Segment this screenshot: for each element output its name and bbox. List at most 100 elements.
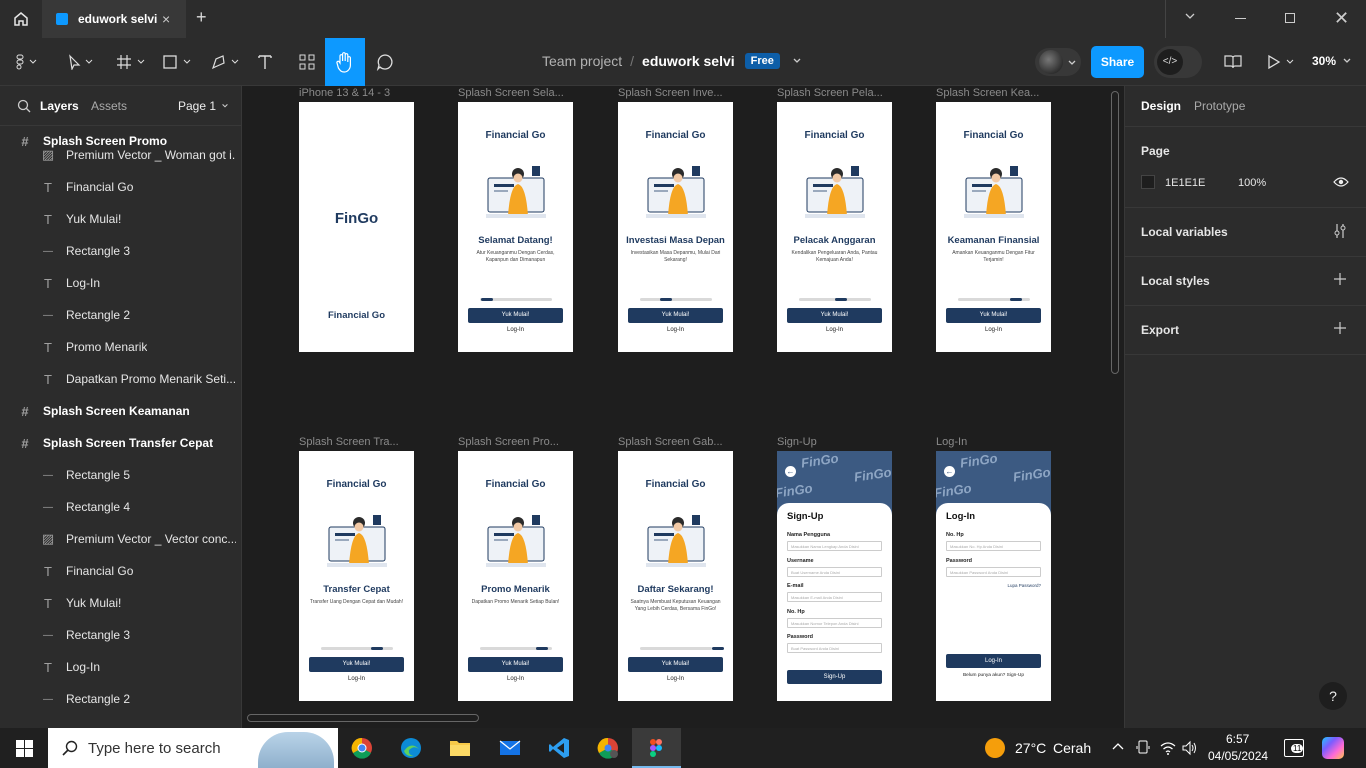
- start-button[interactable]: Yuk Mulai!: [468, 657, 563, 672]
- splash-frame[interactable]: Financial Go Daftar Sekarang! Saatnya Memb…: [618, 451, 733, 701]
- mail-icon[interactable]: [496, 736, 524, 760]
- splash-frame[interactable]: Financial Go Selamat Datang! Atur Keuangan…: [458, 102, 573, 352]
- page-select[interactable]: Page 1: [178, 99, 229, 113]
- notification-icon[interactable]: 11: [1284, 739, 1304, 757]
- volume-icon[interactable]: [1182, 740, 1198, 756]
- login-link[interactable]: Log-In: [299, 676, 414, 682]
- back-arrow-icon[interactable]: ←: [944, 466, 955, 477]
- windows-start-icon[interactable]: [16, 740, 33, 757]
- layer-row[interactable]: — Rectangle 2: [0, 683, 241, 715]
- frame-label[interactable]: Log-In: [936, 436, 1052, 448]
- layer-row[interactable]: T Yuk Mulai!: [0, 203, 241, 235]
- layer-row[interactable]: T Dapatkan Promo Menarik Seti...: [0, 363, 241, 395]
- layer-row[interactable]: T Financial Go: [0, 171, 241, 203]
- share-button[interactable]: Share: [1091, 46, 1144, 78]
- form-input[interactable]: Masukkan Nama Lengkap Anda Disini: [787, 541, 882, 551]
- move-tool-icon[interactable]: [60, 50, 98, 74]
- splash-frame[interactable]: Financial Go Pelacak Anggaran Kendalikan P…: [777, 102, 892, 352]
- comment-tool-icon[interactable]: [372, 50, 398, 74]
- tab-prototype[interactable]: Prototype: [1194, 99, 1245, 113]
- tab-assets[interactable]: Assets: [91, 99, 127, 113]
- splash-frame[interactable]: Financial Go Transfer Cepat Transfer Uang …: [299, 451, 414, 701]
- layer-row[interactable]: T Promo Menarik: [0, 331, 241, 363]
- copilot-icon[interactable]: [1322, 737, 1344, 759]
- maximize-icon[interactable]: [1285, 13, 1295, 23]
- frame-label[interactable]: Splash Screen Inve...: [618, 87, 734, 99]
- export-title[interactable]: Export: [1141, 323, 1179, 337]
- form-input[interactable]: Buat Username Anda Disini: [787, 566, 882, 577]
- weather-desc[interactable]: Cerah: [1053, 740, 1091, 756]
- edge-icon[interactable]: [397, 736, 425, 760]
- close-window-icon[interactable]: ✕: [1334, 8, 1349, 29]
- form-input[interactable]: Masukkan No. Hp Anda Disini: [946, 541, 1041, 551]
- login-frame[interactable]: ← FinGo FinGo FinGo Log-In No. Hp Masukka…: [936, 451, 1051, 701]
- frame-tool-icon[interactable]: [112, 50, 150, 74]
- layer-row[interactable]: — Rectangle 3: [0, 235, 241, 267]
- layer-row[interactable]: — Rectangle 3: [0, 619, 241, 651]
- start-button[interactable]: Yuk Mulai!: [628, 308, 723, 323]
- avatar[interactable]: [1035, 48, 1081, 76]
- meet-now-icon[interactable]: [1136, 740, 1150, 756]
- zoom-level[interactable]: 30%: [1312, 54, 1352, 68]
- form-input[interactable]: Masukkan Nomor Telepon Anda Disini: [787, 617, 882, 628]
- layer-row[interactable]: — Rectangle 4: [0, 491, 241, 523]
- layer-row[interactable]: T Log-In: [0, 267, 241, 299]
- shape-tool-icon[interactable]: [158, 50, 196, 74]
- eye-icon[interactable]: [1333, 176, 1349, 188]
- file-tab[interactable]: eduwork selvi ×: [42, 0, 186, 38]
- signup-button[interactable]: Sign-Up: [787, 670, 882, 684]
- page-color-value[interactable]: 1E1E1E: [1165, 177, 1205, 189]
- search-icon[interactable]: [17, 99, 31, 113]
- layer-row[interactable]: T Yuk Mulai!: [0, 587, 241, 619]
- variables-settings-icon[interactable]: [1333, 223, 1347, 239]
- clock-time[interactable]: 6:57: [1226, 732, 1249, 746]
- logo-splash-frame[interactable]: FinGo Financial Go: [299, 102, 414, 352]
- weather-icon[interactable]: [985, 738, 1005, 758]
- close-tab-icon[interactable]: ×: [162, 11, 170, 27]
- forgot-password-link[interactable]: Lupa Password?: [996, 583, 1041, 588]
- breadcrumb-project[interactable]: Team project: [542, 53, 622, 69]
- login-button[interactable]: Log-In: [946, 654, 1041, 668]
- form-input[interactable]: Buat Password Anda Disini: [787, 643, 882, 653]
- login-link[interactable]: Log-In: [936, 327, 1051, 333]
- layer-row[interactable]: T Log-In: [0, 651, 241, 683]
- start-button[interactable]: Yuk Mulai!: [628, 657, 723, 672]
- layer-row[interactable]: T Financial Go: [0, 555, 241, 587]
- frame-label[interactable]: Splash Screen Kea...: [936, 87, 1052, 99]
- vscode-icon[interactable]: [545, 736, 573, 760]
- main-menu-icon[interactable]: [12, 50, 42, 74]
- splash-frame[interactable]: Financial Go Promo Menarik Dapatkan Promo …: [458, 451, 573, 701]
- start-button[interactable]: Yuk Mulai!: [787, 308, 882, 323]
- frame-label[interactable]: Sign-Up: [777, 436, 893, 448]
- horizontal-scrollbar[interactable]: [247, 714, 479, 722]
- page-opacity-value[interactable]: 100%: [1238, 177, 1266, 189]
- home-icon[interactable]: [0, 0, 42, 38]
- layer-row[interactable]: — Rectangle 5: [0, 459, 241, 491]
- file-menu-chevron-icon[interactable]: [792, 56, 802, 66]
- frame-label[interactable]: iPhone 13 & 14 - 3: [299, 87, 415, 99]
- form-input[interactable]: Masukkan E-mail Anda Disini: [787, 592, 882, 602]
- splash-frame[interactable]: Financial Go Investasi Masa Depan Investas…: [618, 102, 733, 352]
- weather-temp[interactable]: 27°C: [1015, 740, 1046, 756]
- add-style-plus-icon[interactable]: [1334, 273, 1346, 285]
- chevron-down-icon[interactable]: [1184, 10, 1196, 22]
- start-button[interactable]: Yuk Mulai!: [468, 308, 563, 323]
- splash-frame[interactable]: Financial Go Keamanan Finansial Amankan Ke…: [936, 102, 1051, 352]
- pen-tool-icon[interactable]: [206, 50, 244, 74]
- library-book-icon[interactable]: [1220, 50, 1246, 74]
- resources-icon[interactable]: [294, 50, 320, 74]
- hand-tool-icon[interactable]: [325, 38, 365, 86]
- tab-layers[interactable]: Layers: [40, 99, 79, 113]
- login-link[interactable]: Log-In: [458, 327, 573, 333]
- layer-frame-row[interactable]: # Splash Screen Keamanan: [0, 395, 241, 427]
- present-play-icon[interactable]: [1262, 50, 1298, 74]
- layer-row[interactable]: ▨ Premium Vector _ Vector conc...: [0, 523, 241, 555]
- help-button[interactable]: ?: [1319, 682, 1347, 710]
- start-button[interactable]: Yuk Mulai!: [309, 657, 404, 672]
- file-explorer-icon[interactable]: [446, 736, 474, 760]
- page-color-swatch[interactable]: [1141, 175, 1155, 189]
- login-link[interactable]: Log-In: [618, 327, 733, 333]
- tray-chevron-up-icon[interactable]: [1112, 742, 1124, 752]
- frame-label[interactable]: Splash Screen Pela...: [777, 87, 893, 99]
- canvas[interactable]: iPhone 13 & 14 - 3 FinGo Financial Go Splas…: [242, 86, 1124, 728]
